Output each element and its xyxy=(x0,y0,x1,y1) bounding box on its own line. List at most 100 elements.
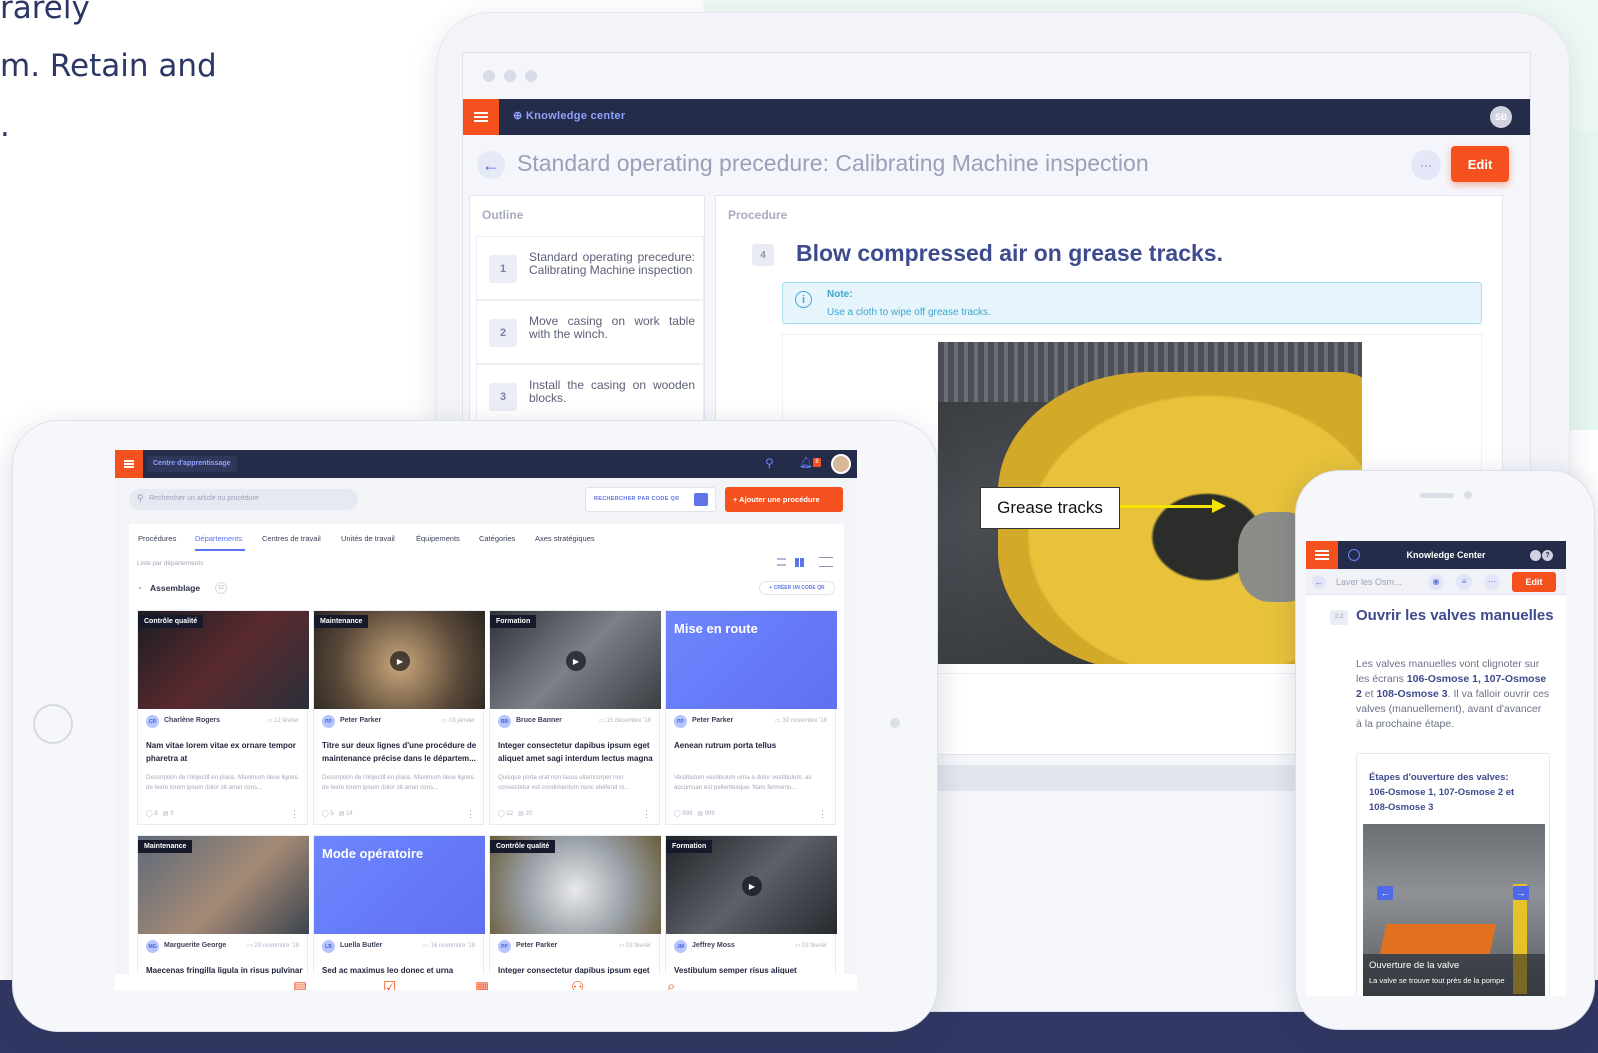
outline-item[interactable]: 2 Move casing on work table with the win… xyxy=(476,300,704,364)
tab-categories[interactable]: Catégories xyxy=(479,534,515,543)
chevron-down-icon[interactable]: ⌄ xyxy=(137,583,143,591)
card-date: ▭ 29 novembre '18 xyxy=(247,943,299,949)
outline-item[interactable]: 3 Install the casing on wooden blocks. xyxy=(476,364,704,428)
users-icon[interactable]: ⚇ xyxy=(571,978,584,990)
card-date: ▭ 30 novembre '18 xyxy=(775,718,827,724)
search-icon[interactable]: ⚲ xyxy=(765,456,774,470)
menu-button[interactable] xyxy=(463,99,499,135)
outline-item-number: 2 xyxy=(489,319,517,347)
procedure-card[interactable]: Maintenance ▶ PP Peter Parker ▭ 03 janvi… xyxy=(313,610,485,825)
photo-pallet-jack xyxy=(1379,924,1497,954)
play-icon[interactable]: ▶ xyxy=(566,651,586,671)
outline-item-text: Standard operating precedure: Calibratin… xyxy=(529,250,695,277)
card-title: Titre sur deux lignes d'une procédure de… xyxy=(322,741,477,763)
bell-icon[interactable]: 🔔︎ xyxy=(799,456,813,469)
carousel-prev-button[interactable]: ← xyxy=(1377,886,1393,900)
step-description: Les valves manuelles vont clignoter sur … xyxy=(1356,658,1550,730)
edit-button[interactable]: Edit xyxy=(1512,572,1556,592)
play-icon[interactable]: ▶ xyxy=(742,876,762,896)
tab-procedures[interactable]: Procédures xyxy=(138,534,176,543)
create-qr-button[interactable]: + CRÉER UN CODE QR xyxy=(759,581,835,595)
search-document-icon[interactable]: ⌕ xyxy=(667,978,675,990)
card-stats: ◯ 999 ▤ 999 xyxy=(674,811,715,817)
phone-topbar: Knowledge Center ? xyxy=(1306,541,1566,569)
card-date: ▭ 16 novembre '18 xyxy=(423,943,475,949)
kebab-menu-icon[interactable]: ⋮ xyxy=(466,809,475,820)
card-description: Description de l'objectif en place. Maxi… xyxy=(146,774,298,791)
breadcrumb: Laver les Osm... xyxy=(1336,577,1402,587)
edit-button[interactable]: Edit xyxy=(1451,146,1509,182)
carousel-next-button[interactable]: → xyxy=(1513,886,1529,900)
search-input[interactable]: ⚲ Rechercher un article ou procédure xyxy=(129,489,358,510)
card-stats: ◯ 12 ▤ 20 xyxy=(498,811,533,817)
card-author: Jeffrey Moss xyxy=(692,942,735,949)
more-options-icon[interactable]: ⋯ xyxy=(1484,574,1500,590)
procedure-card[interactable]: Mise en route PP Peter Parker ▭ 30 novem… xyxy=(665,610,837,825)
tablet-topbar: Centre d'apprentissage ⚲ 🔔︎ 8 xyxy=(115,450,857,478)
add-procedure-button[interactable]: + Ajouter une procédure xyxy=(725,487,843,512)
calendar-icon: ▭ xyxy=(441,718,449,724)
more-options-button[interactable]: ··· xyxy=(1411,150,1441,180)
qr-search-button[interactable]: RECHERCHER PAR CODE QR xyxy=(585,487,716,512)
list-view-icon[interactable] xyxy=(777,558,786,566)
note-box: i Note: Use a cloth to wipe off grease t… xyxy=(782,282,1482,324)
calendar-icon: ▭ xyxy=(618,943,626,949)
card-category-title: Mode opératoire xyxy=(322,846,424,861)
document-icon[interactable]: ▤ xyxy=(293,978,307,990)
outline-item[interactable]: 1 Standard operating precedure: Calibrat… xyxy=(476,236,704,300)
calendar-check-icon[interactable]: ☑ xyxy=(383,978,396,990)
phone-speaker xyxy=(1420,493,1454,498)
procedure-card[interactable]: Formation ▶ BB Bruce Banner ▭ 15 décembr… xyxy=(489,610,661,825)
grid-view-icon[interactable] xyxy=(795,558,804,567)
search-icon: ⚲ xyxy=(137,493,144,503)
tab-unites-de-travail[interactable]: Unités de travail xyxy=(341,534,395,543)
menu-button[interactable] xyxy=(115,450,143,478)
kebab-menu-icon[interactable]: ⋮ xyxy=(818,809,827,820)
author-avatar: MG xyxy=(146,940,159,953)
tab-centres-de-travail[interactable]: Centres de travail xyxy=(262,534,321,543)
procedure-card[interactable]: Contrôle qualité PP Peter Parker ▭ 03 fé… xyxy=(489,835,661,990)
active-tab-indicator xyxy=(195,549,245,551)
kebab-menu-icon[interactable]: ⋮ xyxy=(290,809,299,820)
procedure-card[interactable]: Maintenance MG Marguerite George ▭ 29 no… xyxy=(137,835,309,990)
card-author: Bruce Banner xyxy=(516,717,562,724)
user-avatar[interactable] xyxy=(1530,550,1541,561)
tab-axes-strategiques[interactable]: Axes stratégiques xyxy=(535,534,595,543)
kebab-menu-icon[interactable]: ⋮ xyxy=(642,809,651,820)
search-placeholder: Rechercher un article ou procédure xyxy=(149,495,259,502)
list-icon[interactable]: ≡ xyxy=(1456,574,1472,590)
tab-equipements[interactable]: Équipements xyxy=(416,534,460,543)
outline-item-number: 1 xyxy=(489,255,517,283)
tablet-home-button[interactable] xyxy=(33,704,73,744)
step-number: 2.3 xyxy=(1330,610,1348,625)
clipboard-icon[interactable]: ▦ xyxy=(475,978,489,990)
procedure-card[interactable]: Mode opératoire LB Luella Butler ▭ 16 no… xyxy=(313,835,485,990)
back-arrow-icon[interactable]: ← xyxy=(1312,575,1326,589)
caption-subtitle: La valve se trouve tout près de la pompe xyxy=(1369,976,1505,985)
help-icon[interactable]: ? xyxy=(1542,550,1553,561)
list-label: Liste par départements xyxy=(137,560,204,567)
filter-icon[interactable] xyxy=(819,557,833,567)
procedure-card[interactable]: Contrôle qualité CR Charlène Rogers ▭ 12… xyxy=(137,610,309,825)
eye-icon[interactable]: ◉ xyxy=(1428,574,1444,590)
procedure-card[interactable]: Formation ▶ JM Jeffrey Moss ▭ 03 février… xyxy=(665,835,837,990)
caption-title: Ouverture de la valve xyxy=(1369,960,1460,971)
play-icon[interactable]: ▶ xyxy=(390,651,410,671)
document-icon: ▤ xyxy=(697,811,705,817)
card-category-tag: Maintenance xyxy=(314,615,369,628)
card-author: Peter Parker xyxy=(340,717,382,724)
group-title: Assemblage xyxy=(150,583,201,593)
author-avatar: BB xyxy=(498,715,511,728)
card-author: Charlène Rogers xyxy=(164,717,221,724)
card-date: ▭ 15 décembre '18 xyxy=(599,718,651,724)
step-number: 4 xyxy=(752,244,774,266)
calendar-icon: ▭ xyxy=(266,718,274,724)
user-avatar[interactable] xyxy=(831,454,851,474)
card-date: ▭ 03 février xyxy=(618,943,651,949)
photo-caption: Ouverture de la valve La valve se trouve… xyxy=(1363,954,1545,996)
back-arrow-icon[interactable]: ← xyxy=(477,151,505,179)
phone-screen: Knowledge Center ? ← Laver les Osm... ◉ … xyxy=(1306,541,1566,996)
user-avatar[interactable]: SB xyxy=(1490,106,1512,128)
card-category-tag: Formation xyxy=(490,615,537,628)
tab-departements[interactable]: Départements xyxy=(195,534,242,543)
